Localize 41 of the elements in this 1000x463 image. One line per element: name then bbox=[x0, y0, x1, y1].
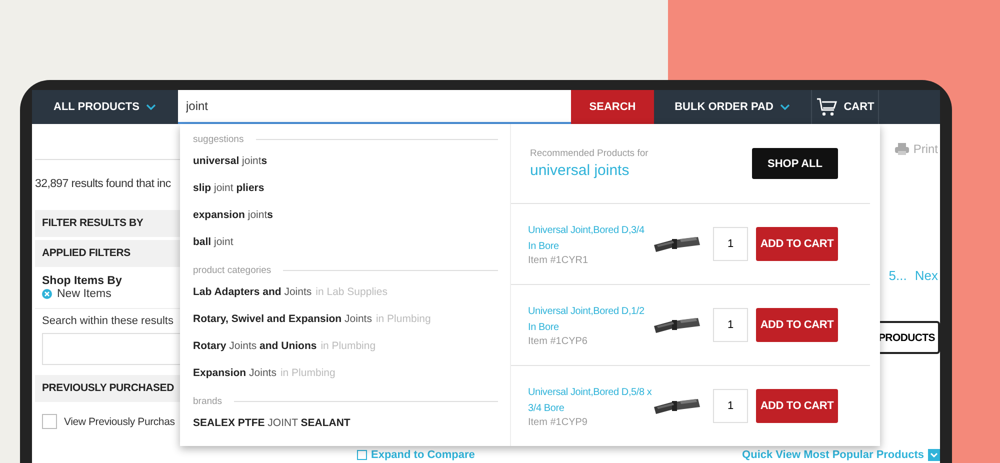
suggestion-item[interactable]: Expansion Joints in Plumbing bbox=[193, 360, 498, 387]
search-button[interactable]: SEARCH bbox=[571, 90, 654, 124]
chevron-down-icon bbox=[780, 104, 790, 110]
shop-items-by-label: Shop Items By bbox=[42, 275, 123, 287]
section-heading: product categories bbox=[193, 264, 272, 276]
suggestion-item[interactable]: Rotary Joints and Unions in Plumbing bbox=[193, 333, 498, 360]
quantity-field[interactable]: 1 bbox=[713, 308, 748, 342]
applied-filters-heading: APPLIED FILTERS bbox=[35, 240, 183, 267]
recommended-label: Recommended Products for bbox=[530, 148, 648, 159]
printer-icon bbox=[895, 143, 910, 155]
checkbox[interactable] bbox=[42, 414, 57, 429]
suggestion-item[interactable]: SEALEX PTFE JOINT SEALANT bbox=[193, 410, 498, 437]
previously-purchased-heading: PREVIOUSLY PURCHASED bbox=[35, 375, 183, 402]
suggestion-item[interactable]: universal joints bbox=[193, 148, 498, 175]
item-number: Item #1CYR1 bbox=[528, 254, 590, 266]
all-products-menu[interactable]: ALL PRODUCTS bbox=[32, 90, 178, 124]
quantity-field[interactable]: 1 bbox=[713, 389, 748, 424]
quantity-field[interactable]: 1 bbox=[713, 227, 748, 262]
chevron-down-icon bbox=[146, 104, 156, 110]
bulk-order-pad-menu[interactable]: BULK ORDER PAD bbox=[654, 90, 811, 124]
applied-filter[interactable]: New Items bbox=[42, 288, 176, 300]
checkbox-label: View Previously Purchas bbox=[64, 416, 175, 428]
suggestion-item[interactable]: slip joint pliers bbox=[193, 175, 498, 202]
remove-icon bbox=[42, 289, 52, 299]
search-field[interactable]: joint bbox=[178, 90, 571, 124]
checkbox-icon bbox=[357, 450, 367, 460]
suggestion-item[interactable]: Lab Adapters and Joints in Lab Supplies bbox=[193, 279, 498, 306]
section-heading: brands bbox=[193, 396, 222, 406]
results-count: 32,897 results found that inc bbox=[35, 178, 172, 190]
suggestion-item[interactable]: ball joint bbox=[193, 229, 498, 256]
add-to-cart-button[interactable]: ADD TO CART bbox=[756, 308, 838, 342]
suggestion-item[interactable]: expansion joints bbox=[193, 202, 498, 229]
suggestion-item[interactable]: Rotary, Swivel and Expansion Joints in Plumbing bbox=[193, 306, 498, 333]
add-to-cart-button[interactable]: ADD TO CART bbox=[756, 227, 838, 262]
section-heading: suggestions bbox=[193, 134, 244, 144]
shop-all-button[interactable]: SHOP ALL bbox=[752, 148, 838, 179]
filter-heading: FILTER RESULTS BY bbox=[35, 210, 183, 237]
item-number: Item #1CYP9 bbox=[528, 416, 588, 428]
add-to-cart-button[interactable]: ADD TO CART bbox=[756, 389, 838, 424]
item-number: Item #1CYP6 bbox=[528, 336, 588, 347]
cart-icon bbox=[816, 97, 838, 117]
